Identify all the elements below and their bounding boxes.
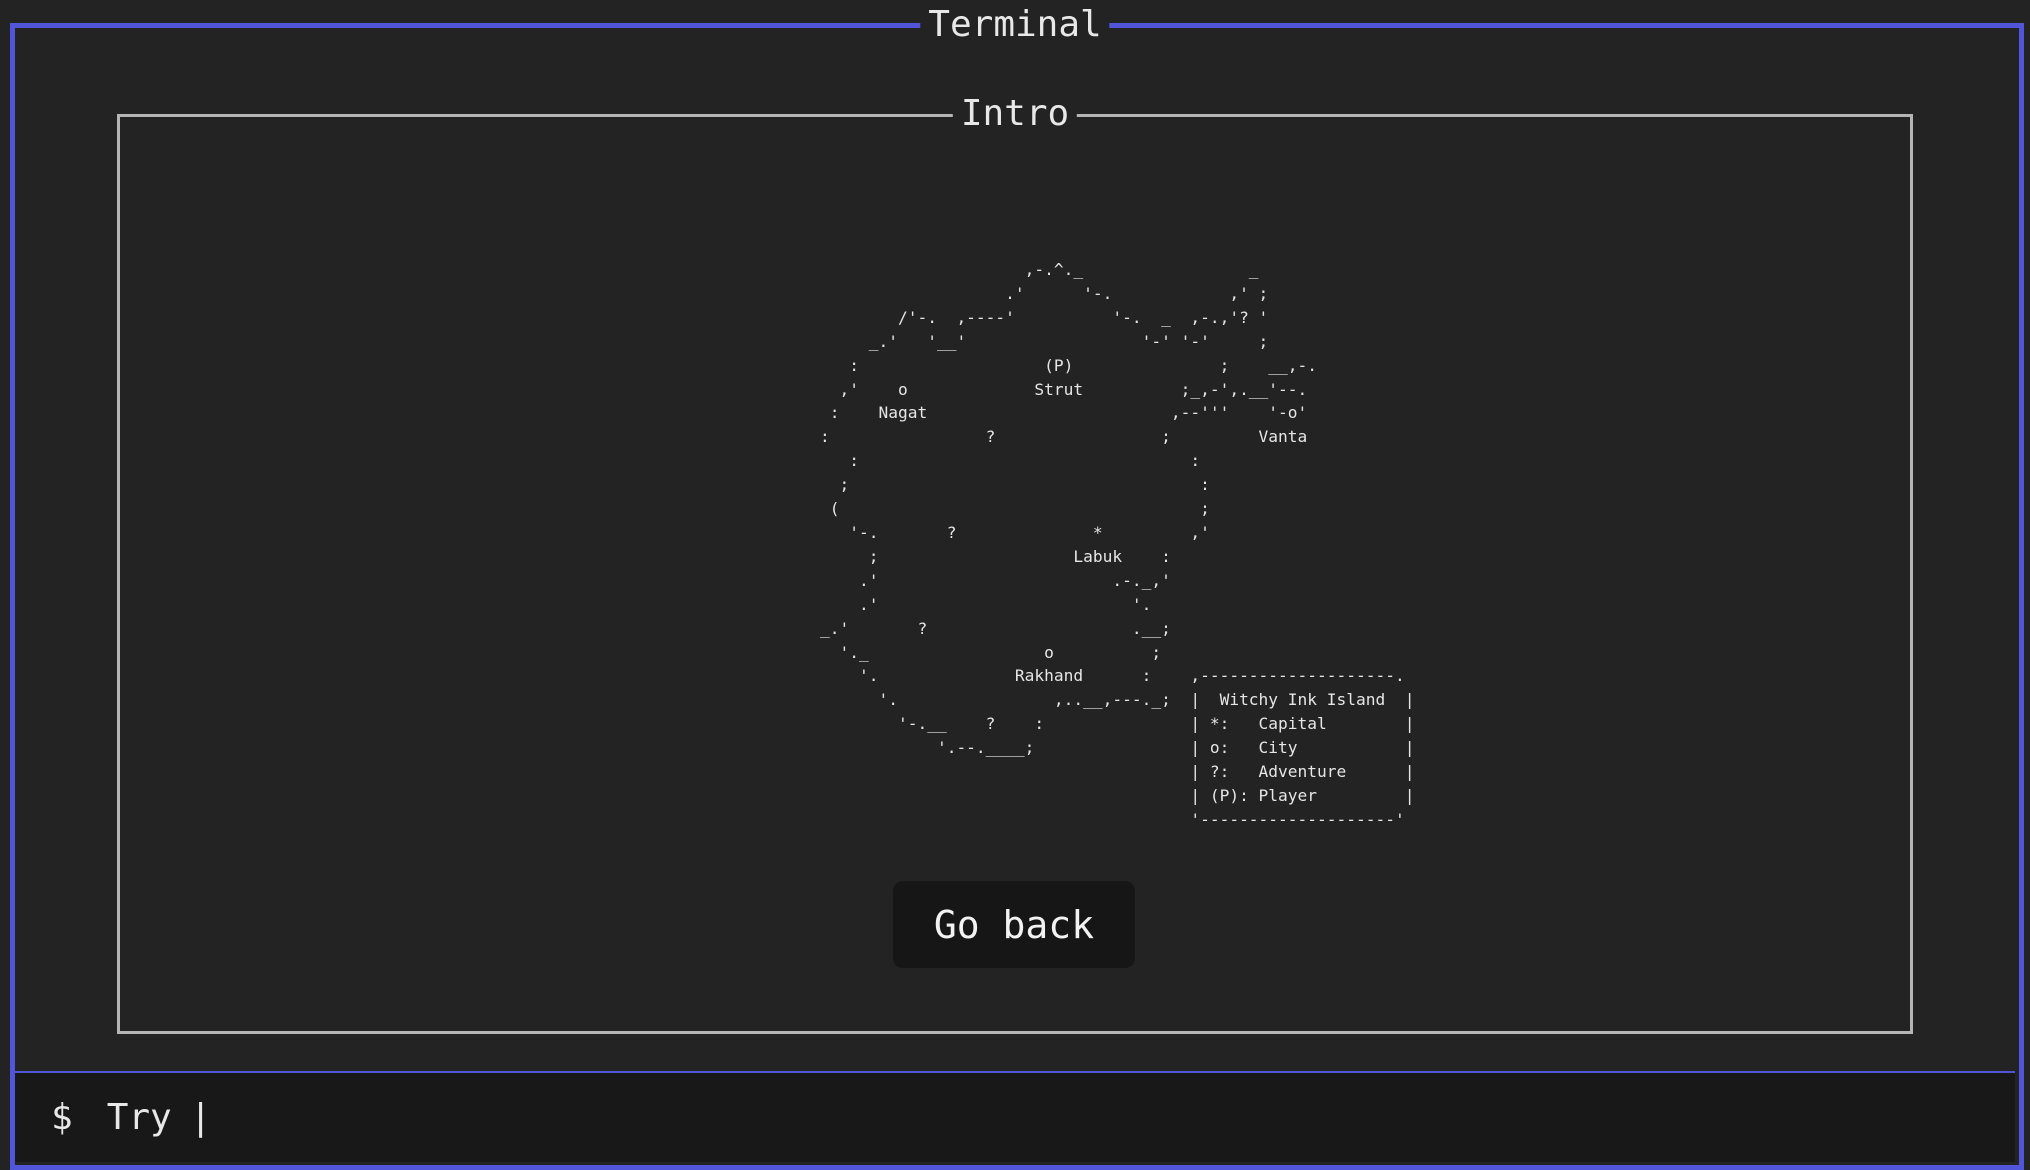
- terminal-title: Terminal: [920, 0, 1110, 50]
- island-ascii-map: ,-.^._ _ .' '-. ,' ; /'-. ,----' '-. _ ,…: [820, 260, 1415, 829]
- text-cursor: |: [189, 1097, 212, 1138]
- intro-panel-title: Intro: [952, 91, 1078, 137]
- go-back-button[interactable]: Go back: [893, 881, 1135, 968]
- command-input-bar[interactable]: $ Try |: [15, 1071, 2015, 1162]
- command-input[interactable]: Try: [107, 1097, 172, 1138]
- prompt-symbol: $: [51, 1097, 73, 1138]
